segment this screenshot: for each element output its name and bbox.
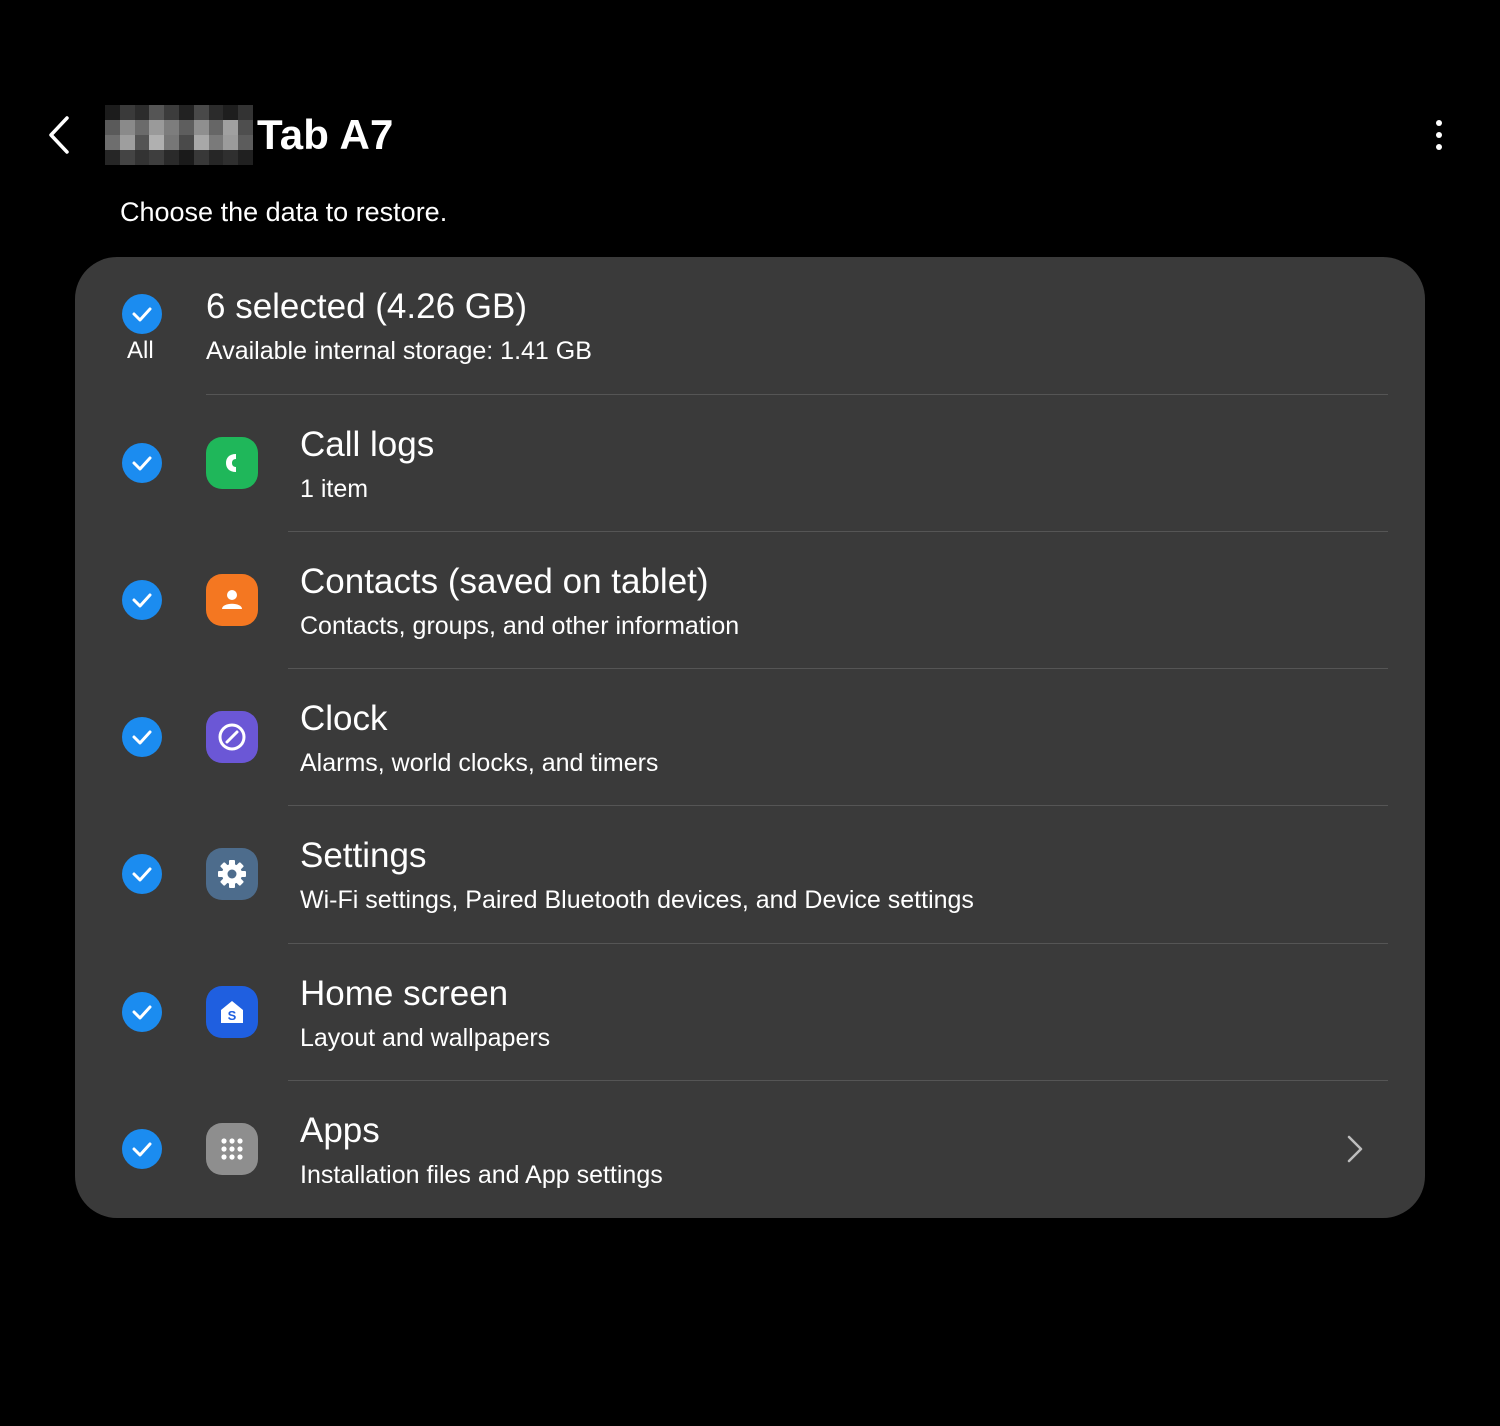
storage-info: Available internal storage: 1.41 GB: [206, 337, 592, 365]
apps-checkbox[interactable]: [122, 1129, 162, 1169]
apps-grid-icon: [206, 1123, 258, 1175]
list-item-apps[interactable]: Apps Installation files and App settings: [75, 1081, 1425, 1218]
phone-icon: [206, 437, 258, 489]
restore-data-card: All 6 selected (4.26 GB) Available inter…: [75, 257, 1425, 1218]
item-title: Call logs: [300, 425, 435, 464]
item-subtitle: Installation files and App settings: [300, 1161, 663, 1189]
item-title: Clock: [300, 699, 388, 738]
more-options-button[interactable]: [1420, 113, 1458, 157]
checkmark-icon: [132, 730, 152, 745]
home-screen-checkbox[interactable]: [122, 992, 162, 1032]
item-subtitle: Layout and wallpapers: [300, 1024, 551, 1052]
item-subtitle: Wi-Fi settings, Paired Bluetooth devices…: [300, 886, 974, 914]
checkmark-icon: [132, 1142, 152, 1157]
app-bar: Tab A7: [0, 95, 1500, 175]
more-vertical-icon: [1436, 120, 1442, 126]
selected-summary: 6 selected (4.26 GB): [206, 287, 527, 326]
list-item-contacts[interactable]: Contacts (saved on tablet) Contacts, gro…: [75, 532, 1425, 669]
settings-gear-icon: [206, 848, 258, 900]
home-screen-icon: S: [206, 986, 258, 1038]
back-button[interactable]: [40, 113, 80, 157]
clock-icon: [206, 711, 258, 763]
checkmark-icon: [132, 1005, 152, 1020]
checkmark-icon: [132, 867, 152, 882]
item-title: Apps: [300, 1111, 380, 1150]
title-area: Tab A7: [105, 105, 394, 165]
checkmark-icon: [132, 456, 152, 471]
list-item-settings[interactable]: Settings Wi-Fi settings, Paired Bluetoot…: [75, 806, 1425, 943]
call-logs-checkbox[interactable]: [122, 443, 162, 483]
redacted-device-name: [105, 105, 253, 165]
clock-checkbox[interactable]: [122, 717, 162, 757]
chevron-left-icon: [49, 116, 69, 154]
select-all-row[interactable]: All 6 selected (4.26 GB) Available inter…: [75, 257, 1425, 394]
contacts-icon: [206, 574, 258, 626]
checkmark-icon: [132, 593, 152, 608]
item-title: Contacts (saved on tablet): [300, 562, 709, 601]
checkmark-icon: [132, 307, 152, 322]
chevron-right-icon: [1347, 1135, 1363, 1163]
item-subtitle: 1 item: [300, 475, 369, 503]
svg-text:S: S: [228, 1008, 237, 1023]
page-title: Tab A7: [257, 111, 394, 158]
apps-detail-button[interactable]: [1340, 1129, 1370, 1169]
list-item-home-screen[interactable]: S Home screen Layout and wallpapers: [75, 944, 1425, 1081]
list-item-call-logs[interactable]: Call logs 1 item: [75, 395, 1425, 532]
select-all-checkbox[interactable]: [122, 294, 162, 334]
instruction-text: Choose the data to restore.: [120, 197, 448, 227]
contacts-checkbox[interactable]: [122, 580, 162, 620]
settings-checkbox[interactable]: [122, 854, 162, 894]
item-subtitle: Alarms, world clocks, and timers: [300, 749, 659, 777]
all-label: All: [127, 337, 154, 364]
item-subtitle: Contacts, groups, and other information: [300, 612, 740, 640]
item-title: Home screen: [300, 974, 509, 1013]
item-title: Settings: [300, 836, 427, 875]
list-item-clock[interactable]: Clock Alarms, world clocks, and timers: [75, 669, 1425, 806]
